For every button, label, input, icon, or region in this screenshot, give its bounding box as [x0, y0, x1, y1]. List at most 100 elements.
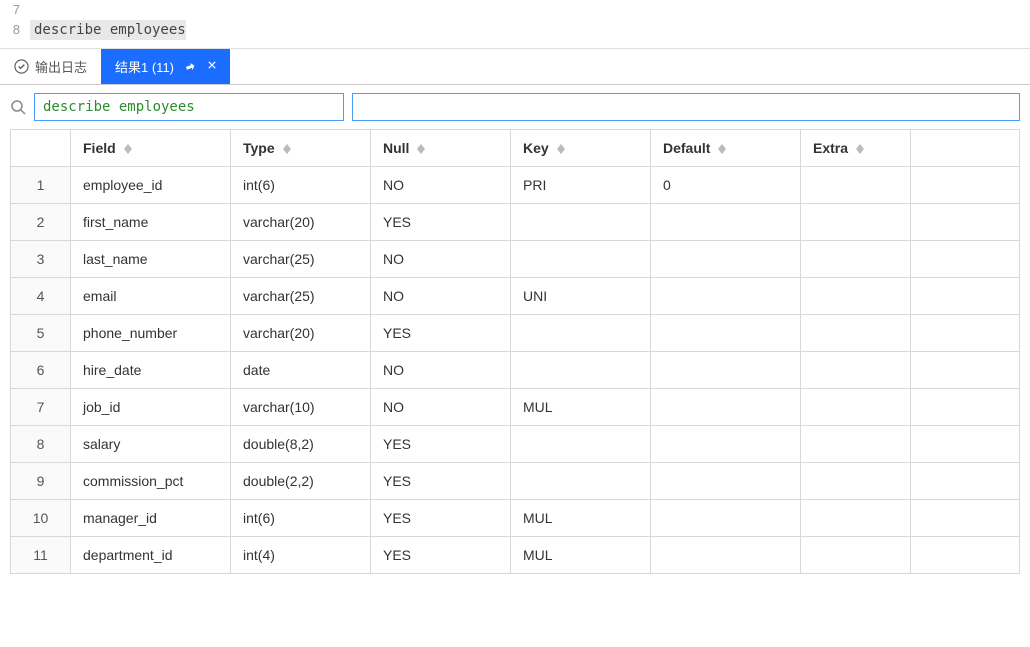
cell-key[interactable]: [511, 426, 651, 463]
cell-rownum[interactable]: 11: [11, 537, 71, 574]
cell-rownum[interactable]: 2: [11, 204, 71, 241]
cell-null[interactable]: NO: [371, 352, 511, 389]
cell-rownum[interactable]: 3: [11, 241, 71, 278]
cell-default[interactable]: [651, 204, 801, 241]
cell-blank[interactable]: [911, 537, 1020, 574]
cell-extra[interactable]: [801, 167, 911, 204]
header-type[interactable]: Type: [231, 130, 371, 167]
sort-icon[interactable]: [283, 144, 291, 154]
cell-type[interactable]: varchar(20): [231, 204, 371, 241]
cell-key[interactable]: MUL: [511, 389, 651, 426]
cell-type[interactable]: double(2,2): [231, 463, 371, 500]
pin-icon[interactable]: [184, 61, 196, 73]
cell-blank[interactable]: [911, 389, 1020, 426]
cell-null[interactable]: YES: [371, 204, 511, 241]
header-rownum[interactable]: [11, 130, 71, 167]
table-row[interactable]: 10manager_idint(6)YESMUL: [11, 500, 1020, 537]
cell-field[interactable]: employee_id: [71, 167, 231, 204]
cell-default[interactable]: 0: [651, 167, 801, 204]
cell-field[interactable]: salary: [71, 426, 231, 463]
sort-icon[interactable]: [417, 144, 425, 154]
cell-default[interactable]: [651, 352, 801, 389]
cell-extra[interactable]: [801, 278, 911, 315]
cell-default[interactable]: [651, 278, 801, 315]
cell-blank[interactable]: [911, 500, 1020, 537]
table-row[interactable]: 2first_namevarchar(20)YES: [11, 204, 1020, 241]
table-row[interactable]: 9commission_pctdouble(2,2)YES: [11, 463, 1020, 500]
sort-icon[interactable]: [856, 144, 864, 154]
cell-blank[interactable]: [911, 315, 1020, 352]
editor-line[interactable]: 8 describe employees: [0, 20, 1030, 40]
table-row[interactable]: 4emailvarchar(25)NOUNI: [11, 278, 1020, 315]
tab-result-1[interactable]: 结果1 (11): [101, 49, 230, 84]
cell-field[interactable]: commission_pct: [71, 463, 231, 500]
cell-rownum[interactable]: 5: [11, 315, 71, 352]
filter-input[interactable]: [352, 93, 1020, 121]
table-row[interactable]: 5phone_numbervarchar(20)YES: [11, 315, 1020, 352]
sort-icon[interactable]: [718, 144, 726, 154]
cell-rownum[interactable]: 7: [11, 389, 71, 426]
cell-type[interactable]: varchar(10): [231, 389, 371, 426]
tab-output-log[interactable]: 输出日志: [0, 49, 101, 84]
cell-key[interactable]: [511, 241, 651, 278]
cell-null[interactable]: NO: [371, 167, 511, 204]
cell-rownum[interactable]: 9: [11, 463, 71, 500]
cell-extra[interactable]: [801, 463, 911, 500]
cell-field[interactable]: manager_id: [71, 500, 231, 537]
cell-rownum[interactable]: 1: [11, 167, 71, 204]
cell-extra[interactable]: [801, 241, 911, 278]
query-display[interactable]: describe employees: [34, 93, 344, 121]
cell-blank[interactable]: [911, 204, 1020, 241]
cell-default[interactable]: [651, 500, 801, 537]
cell-type[interactable]: varchar(25): [231, 278, 371, 315]
cell-rownum[interactable]: 10: [11, 500, 71, 537]
header-key[interactable]: Key: [511, 130, 651, 167]
table-row[interactable]: 11department_idint(4)YESMUL: [11, 537, 1020, 574]
cell-key[interactable]: [511, 315, 651, 352]
cell-key[interactable]: MUL: [511, 537, 651, 574]
table-row[interactable]: 7job_idvarchar(10)NOMUL: [11, 389, 1020, 426]
header-extra[interactable]: Extra: [801, 130, 911, 167]
cell-field[interactable]: job_id: [71, 389, 231, 426]
cell-blank[interactable]: [911, 463, 1020, 500]
table-row[interactable]: 6hire_datedateNO: [11, 352, 1020, 389]
sort-icon[interactable]: [124, 144, 132, 154]
cell-blank[interactable]: [911, 352, 1020, 389]
table-row[interactable]: 3last_namevarchar(25)NO: [11, 241, 1020, 278]
cell-rownum[interactable]: 6: [11, 352, 71, 389]
cell-blank[interactable]: [911, 426, 1020, 463]
table-row[interactable]: 1employee_idint(6)NOPRI0: [11, 167, 1020, 204]
cell-field[interactable]: hire_date: [71, 352, 231, 389]
header-null[interactable]: Null: [371, 130, 511, 167]
sort-icon[interactable]: [557, 144, 565, 154]
cell-key[interactable]: [511, 204, 651, 241]
cell-key[interactable]: MUL: [511, 500, 651, 537]
cell-rownum[interactable]: 8: [11, 426, 71, 463]
cell-field[interactable]: department_id: [71, 537, 231, 574]
code-editor[interactable]: 7 8 describe employees: [0, 0, 1030, 49]
cell-type[interactable]: int(4): [231, 537, 371, 574]
cell-field[interactable]: first_name: [71, 204, 231, 241]
cell-null[interactable]: YES: [371, 426, 511, 463]
cell-field[interactable]: phone_number: [71, 315, 231, 352]
cell-null[interactable]: YES: [371, 537, 511, 574]
cell-rownum[interactable]: 4: [11, 278, 71, 315]
cell-null[interactable]: NO: [371, 389, 511, 426]
cell-key[interactable]: [511, 463, 651, 500]
cell-type[interactable]: int(6): [231, 500, 371, 537]
cell-type[interactable]: date: [231, 352, 371, 389]
editor-line[interactable]: 7: [0, 0, 1030, 20]
cell-field[interactable]: email: [71, 278, 231, 315]
cell-blank[interactable]: [911, 241, 1020, 278]
cell-key[interactable]: PRI: [511, 167, 651, 204]
cell-extra[interactable]: [801, 204, 911, 241]
cell-key[interactable]: UNI: [511, 278, 651, 315]
cell-extra[interactable]: [801, 500, 911, 537]
cell-default[interactable]: [651, 389, 801, 426]
cell-default[interactable]: [651, 241, 801, 278]
cell-extra[interactable]: [801, 352, 911, 389]
cell-extra[interactable]: [801, 389, 911, 426]
cell-default[interactable]: [651, 426, 801, 463]
cell-default[interactable]: [651, 537, 801, 574]
cell-blank[interactable]: [911, 278, 1020, 315]
